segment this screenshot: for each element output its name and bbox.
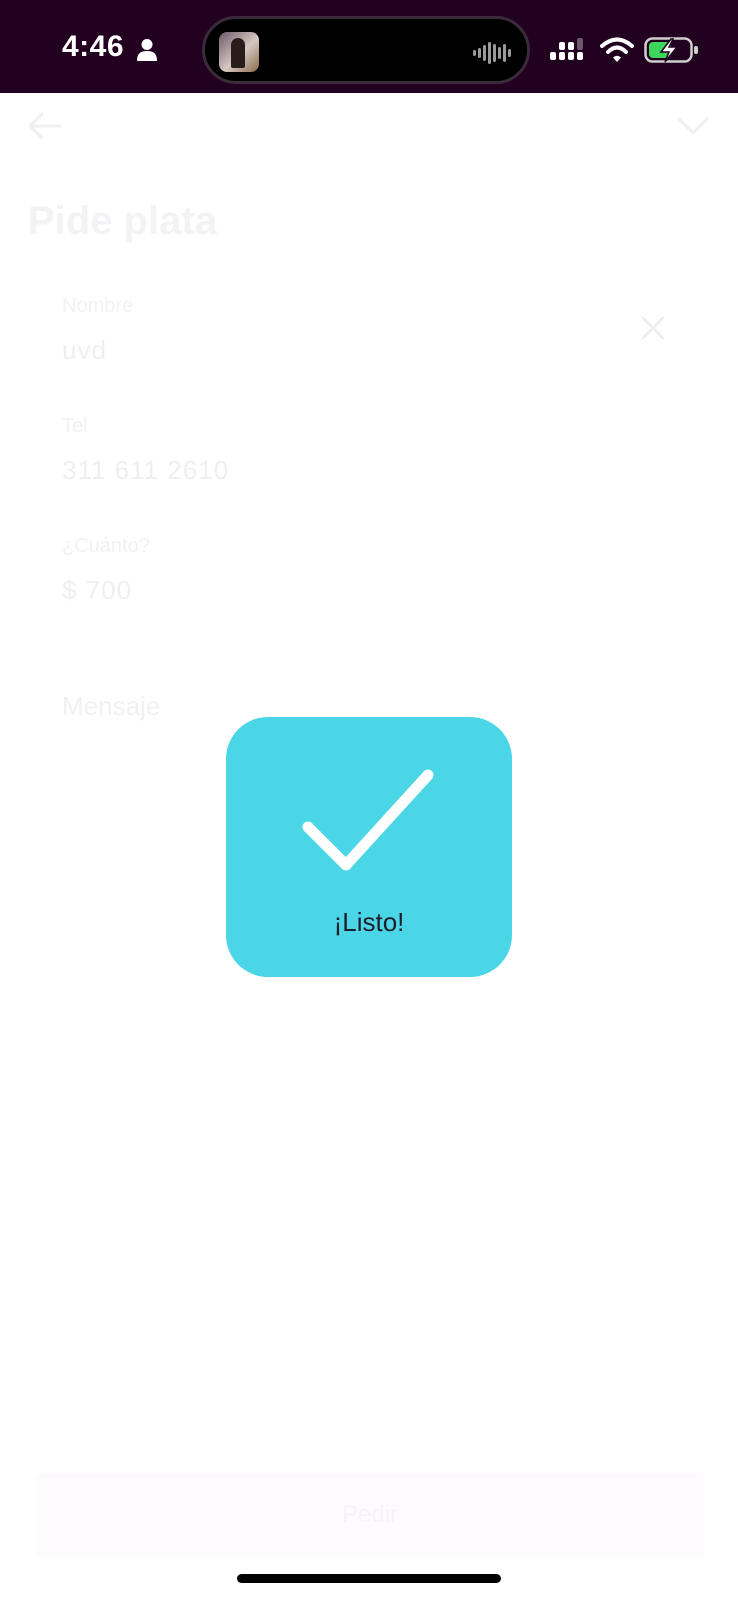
amount-field[interactable]: $ 700 <box>62 575 132 606</box>
audio-waveform-icon <box>473 42 511 64</box>
wifi-icon <box>600 37 634 62</box>
success-toast: ¡Listo! <box>226 717 512 977</box>
home-indicator[interactable] <box>237 1574 501 1583</box>
submit-button-label: Pedir <box>341 1501 399 1528</box>
toast-label: ¡Listo! <box>333 907 405 937</box>
dynamic-island[interactable] <box>202 16 530 84</box>
cellular-signal-icon <box>550 38 583 60</box>
amount-field-label: ¿Cuánto? <box>62 535 150 557</box>
chevron-down-icon[interactable] <box>676 115 710 137</box>
phone-field[interactable]: 311 611 2610 <box>62 455 229 486</box>
check-icon <box>302 769 434 871</box>
name-field[interactable]: uvd <box>62 335 107 366</box>
message-field[interactable]: Mensaje <box>62 691 160 722</box>
submit-button[interactable]: Pedir <box>36 1473 704 1557</box>
person-icon <box>137 39 157 61</box>
name-field-label: Nombre <box>62 295 134 317</box>
page-title: Pide plata <box>28 199 217 243</box>
status-time: 4:46 <box>62 30 125 63</box>
phone-field-label: Tel <box>62 415 88 437</box>
battery-charging-icon <box>644 37 698 63</box>
clear-icon[interactable] <box>640 315 666 341</box>
back-arrow-icon[interactable] <box>26 111 62 141</box>
now-playing-thumbnail[interactable] <box>219 32 259 72</box>
status-bar: 4:46 <box>0 0 738 93</box>
